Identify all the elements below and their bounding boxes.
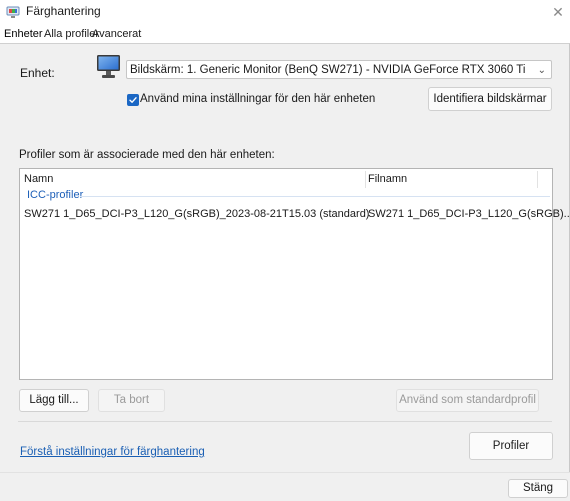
set-default-button[interactable]: Använd som standardprofil (396, 389, 539, 412)
column-divider[interactable] (537, 171, 538, 188)
profiles-button[interactable]: Profiler (469, 432, 553, 460)
checkmark-icon (129, 97, 137, 103)
profiles-label: Profiler som är associerade med den här … (19, 149, 275, 161)
remove-button[interactable]: Ta bort (98, 389, 165, 412)
column-header-name[interactable]: Namn (24, 169, 53, 189)
profiles-list[interactable]: Namn Filnamn ICC-profiler SW271 1_D65_DC… (19, 168, 570, 380)
identify-monitors-button[interactable]: Identifiera bildskärmar (428, 87, 552, 111)
color-management-icon (6, 5, 20, 19)
column-header-filename[interactable]: Filnamn (368, 169, 407, 189)
column-divider[interactable] (365, 171, 366, 188)
tab-strip: Enheter Alla profiler Avancerat (0, 27, 570, 41)
title-bar: Färghantering ✕ (0, 0, 570, 24)
close-icon[interactable]: ✕ (548, 2, 568, 22)
help-link[interactable]: Förstå inställningar för färghantering (20, 446, 205, 458)
device-select-value: Bildskärm: 1. Generic Monitor (BenQ SW27… (130, 64, 526, 76)
monitor-icon (95, 54, 123, 80)
tab-enheter[interactable]: Enheter (4, 27, 43, 41)
divider (18, 421, 552, 422)
tab-alla-profiler[interactable]: Alla profiler (44, 27, 99, 41)
add-button[interactable]: Lägg till... (19, 389, 89, 412)
group-label: ICC-profiler (27, 189, 84, 201)
profile-name: SW271 1_D65_DCI-P3_L120_G(sRGB)_2023-08-… (24, 208, 370, 220)
use-settings-checkbox[interactable] (127, 94, 139, 106)
device-label: Enhet: (20, 66, 55, 80)
use-settings-label: Använd mina inställningar för den här en… (140, 93, 376, 105)
dialog-footer (0, 472, 570, 501)
tab-avancerat[interactable]: Avancerat (92, 27, 141, 41)
window-title: Färghantering (26, 4, 101, 18)
group-divider (80, 196, 550, 197)
chevron-down-icon: ⌄ (537, 65, 546, 76)
close-button[interactable]: Stäng (508, 479, 568, 498)
profile-filename: SW271 1_D65_DCI-P3_L120_G(sRGB)... (368, 208, 570, 220)
device-select[interactable]: Bildskärm: 1. Generic Monitor (BenQ SW27… (126, 60, 552, 79)
